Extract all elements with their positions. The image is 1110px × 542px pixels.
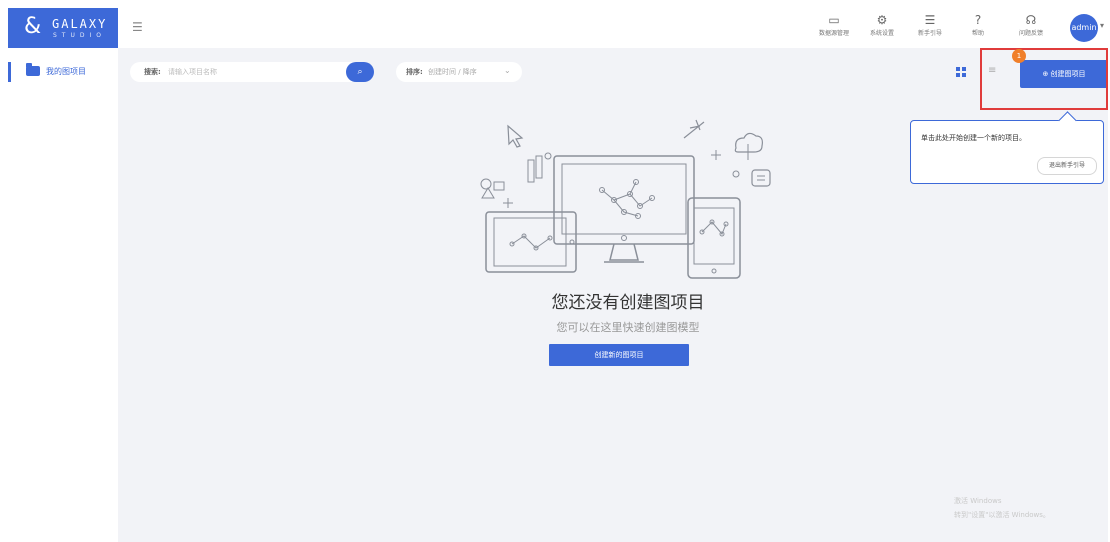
tool-label: 数据源管理	[818, 30, 849, 37]
database-icon: ▭	[828, 13, 840, 27]
avatar[interactable]: admin	[1070, 14, 1098, 42]
grid-cell	[962, 73, 966, 77]
sort-select[interactable]: 排序: 创建时间 / 降序 ⌄	[396, 62, 522, 82]
watermark-line: 转到"设置"以激活 Windows。	[954, 511, 1050, 519]
logo-title: GALAXY	[52, 17, 108, 31]
page-frame: & GALAXY STUDIO ☰ ▭ 数据源管理 ⚙ 系统设置 ☰ 新手引导 …	[0, 0, 1110, 542]
sort-value: 创建时间 / 降序	[428, 68, 477, 76]
menu-collapse-icon[interactable]: ☰	[132, 21, 144, 33]
guide-step-badge: 1	[1012, 49, 1026, 63]
settings-icon: ⚙	[876, 13, 888, 27]
tool-settings[interactable]: ⚙ 系统设置	[862, 13, 902, 39]
grid-view-icon[interactable]	[956, 67, 966, 77]
sidebar-item-my-projects[interactable]: 我的图项目	[8, 62, 118, 82]
tool-label: 系统设置	[869, 30, 894, 37]
tool-label: 帮助	[971, 30, 984, 37]
top-bar: & GALAXY STUDIO ☰ ▭ 数据源管理 ⚙ 系统设置 ☰ 新手引导 …	[8, 8, 1108, 48]
create-new-project-button[interactable]: 创建新的图项目	[549, 344, 689, 366]
grid-cell	[956, 73, 960, 77]
guide-highlight-frame	[980, 48, 1108, 110]
activation-watermark: 激活 Windows 转到"设置"以激活 Windows。	[954, 494, 1050, 522]
guide-tooltip: 单击此处开始创建一个新的项目。 退出新手引导	[910, 120, 1104, 184]
phone-icon	[687, 197, 741, 279]
tool-help[interactable]: ? 帮助	[958, 13, 998, 39]
tool-feedback[interactable]: ☊ 问题反馈	[1008, 13, 1054, 39]
tool-datasource[interactable]: ▭ 数据源管理	[814, 13, 854, 39]
app-window: & GALAXY STUDIO ☰ ▭ 数据源管理 ⚙ 系统设置 ☰ 新手引导 …	[8, 8, 1108, 542]
sort-label: 排序:	[406, 68, 423, 76]
search-icon: ⌕	[357, 67, 363, 77]
guide-icon: ☰	[924, 13, 936, 27]
empty-state-title: 您还没有创建图项目	[551, 293, 705, 313]
search-button[interactable]: ⌕	[346, 62, 374, 82]
empty-state-illustration	[480, 119, 771, 279]
logo[interactable]: & GALAXY STUDIO	[8, 8, 118, 48]
search-box[interactable]: 搜索: 请输入项目名称 ⌕	[130, 62, 374, 82]
monitor-icon	[553, 155, 695, 245]
folder-icon	[26, 63, 40, 76]
sidebar-item-label: 我的图项目	[46, 67, 86, 76]
search-input[interactable]: 请输入项目名称	[168, 67, 217, 77]
tool-guide[interactable]: ☰ 新手引导	[910, 13, 950, 39]
watermark-line: 激活 Windows	[954, 497, 1002, 505]
feedback-icon: ☊	[1025, 13, 1037, 27]
search-label: 搜索:	[144, 68, 161, 76]
tool-label: 问题反馈	[1018, 30, 1043, 37]
logo-mark-icon: &	[24, 14, 42, 39]
logo-subtitle: STUDIO	[53, 32, 106, 39]
guide-message: 单击此处开始创建一个新的项目。	[921, 134, 1026, 142]
active-indicator	[8, 62, 11, 82]
tool-label: 新手引导	[917, 30, 942, 37]
empty-state-subtitle: 您可以在这里快速创建图模型	[556, 321, 700, 334]
grid-cell	[962, 67, 966, 71]
chevron-down-icon: ⌄	[504, 66, 511, 75]
exit-guide-button[interactable]: 退出新手引导	[1037, 157, 1097, 175]
help-icon: ?	[974, 13, 982, 27]
sidebar: 我的图项目	[8, 48, 118, 542]
chevron-down-icon[interactable]: ▾	[1100, 21, 1104, 30]
grid-cell	[956, 67, 960, 71]
